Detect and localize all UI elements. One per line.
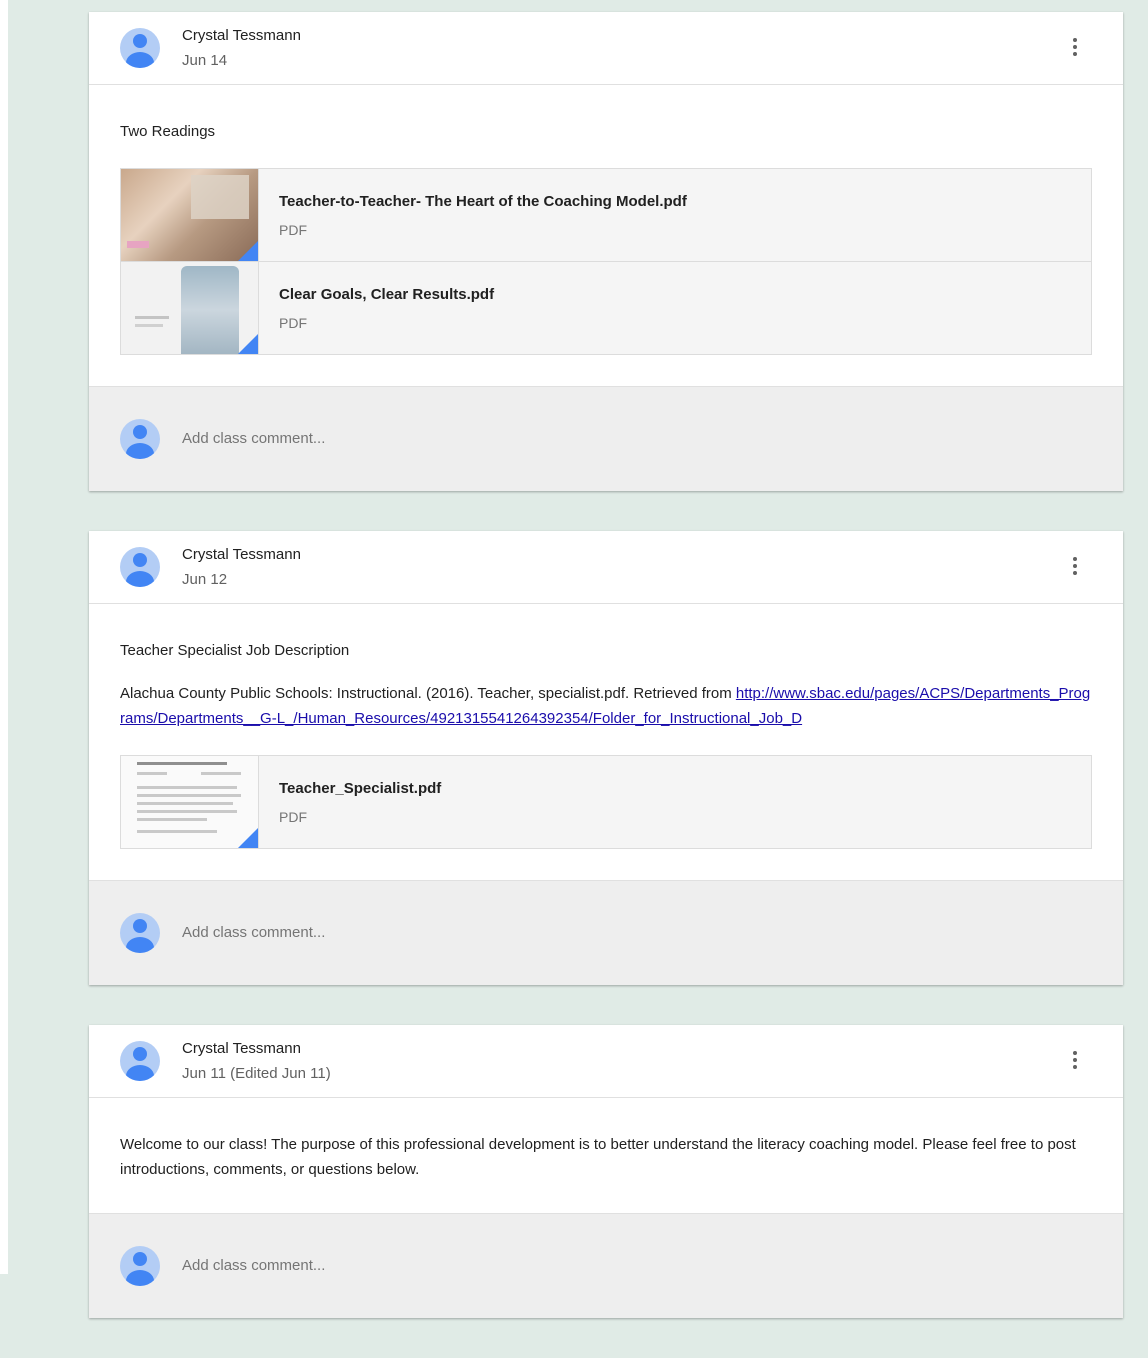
more-vert-icon[interactable]: [1066, 1051, 1084, 1073]
avatar-icon: [120, 419, 160, 459]
more-vert-icon[interactable]: [1066, 38, 1084, 60]
post-text: Welcome to our class! The purpose of thi…: [120, 1136, 1076, 1178]
post-header: Crystal Tessmann Jun 11 (Edited Jun 11): [89, 1025, 1123, 1098]
post-body: Two Readings Teacher-to-Teacher- The Hea…: [89, 85, 1123, 386]
page-left-edge: [0, 0, 8, 1274]
citation-text: Alachua County Public Schools: Instructi…: [120, 685, 736, 702]
attachment-thumbnail: [121, 169, 259, 261]
class-comment-input[interactable]: Add class comment...: [182, 1257, 325, 1274]
post-text: Two Readings: [120, 123, 216, 140]
class-comment-box[interactable]: Add class comment...: [89, 880, 1123, 985]
avatar-icon[interactable]: [120, 547, 160, 587]
avatar-icon: [120, 913, 160, 953]
class-comment-box[interactable]: Add class comment...: [89, 386, 1123, 491]
post-date[interactable]: Jun 12: [182, 571, 227, 588]
class-comment-box[interactable]: Add class comment...: [89, 1213, 1123, 1318]
class-stream: Crystal Tessmann Jun 14 Two Readings Tea…: [89, 12, 1123, 1358]
avatar-icon[interactable]: [120, 1041, 160, 1081]
post-card: Crystal Tessmann Jun 11 (Edited Jun 11) …: [89, 1025, 1123, 1318]
attachment-item[interactable]: Clear Goals, Clear Results.pdf PDF: [121, 261, 1091, 354]
post-author[interactable]: Crystal Tessmann: [182, 1040, 301, 1057]
attachment-item[interactable]: Teacher-to-Teacher- The Heart of the Coa…: [121, 169, 1091, 261]
post-body: Teacher Specialist Job Description Alach…: [89, 604, 1123, 880]
google-drive-corner-icon: [238, 334, 258, 354]
attachment-list: Teacher-to-Teacher- The Heart of the Coa…: [120, 168, 1092, 355]
post-author[interactable]: Crystal Tessmann: [182, 546, 301, 563]
more-vert-icon[interactable]: [1066, 557, 1084, 579]
post-citation: Alachua County Public Schools: Instructi…: [120, 681, 1092, 731]
attachment-type: PDF: [279, 315, 307, 331]
post-date[interactable]: Jun 14: [182, 52, 227, 69]
attachment-title[interactable]: Teacher_Specialist.pdf: [279, 780, 441, 797]
attachment-thumbnail: [121, 262, 259, 354]
google-drive-corner-icon: [238, 828, 258, 848]
attachment-title[interactable]: Teacher-to-Teacher- The Heart of the Coa…: [279, 193, 687, 210]
attachment-list: Teacher_Specialist.pdf PDF: [120, 755, 1092, 849]
attachment-title[interactable]: Clear Goals, Clear Results.pdf: [279, 286, 494, 303]
post-date[interactable]: Jun 11 (Edited Jun 11): [182, 1065, 331, 1082]
attachment-type: PDF: [279, 222, 307, 238]
post-card: Crystal Tessmann Jun 12 Teacher Speciali…: [89, 531, 1123, 985]
post-author[interactable]: Crystal Tessmann: [182, 27, 301, 44]
avatar-icon[interactable]: [120, 28, 160, 68]
post-header: Crystal Tessmann Jun 14: [89, 12, 1123, 85]
post-body: Welcome to our class! The purpose of thi…: [89, 1098, 1123, 1213]
avatar-icon: [120, 1246, 160, 1286]
post-card: Crystal Tessmann Jun 14 Two Readings Tea…: [89, 12, 1123, 491]
class-comment-input[interactable]: Add class comment...: [182, 430, 325, 447]
post-text: Teacher Specialist Job Description: [120, 642, 350, 659]
post-header: Crystal Tessmann Jun 12: [89, 531, 1123, 604]
attachment-type: PDF: [279, 809, 307, 825]
google-drive-corner-icon: [238, 241, 258, 261]
attachment-item[interactable]: Teacher_Specialist.pdf PDF: [121, 756, 1091, 848]
attachment-thumbnail: [121, 756, 259, 848]
class-comment-input[interactable]: Add class comment...: [182, 924, 325, 941]
